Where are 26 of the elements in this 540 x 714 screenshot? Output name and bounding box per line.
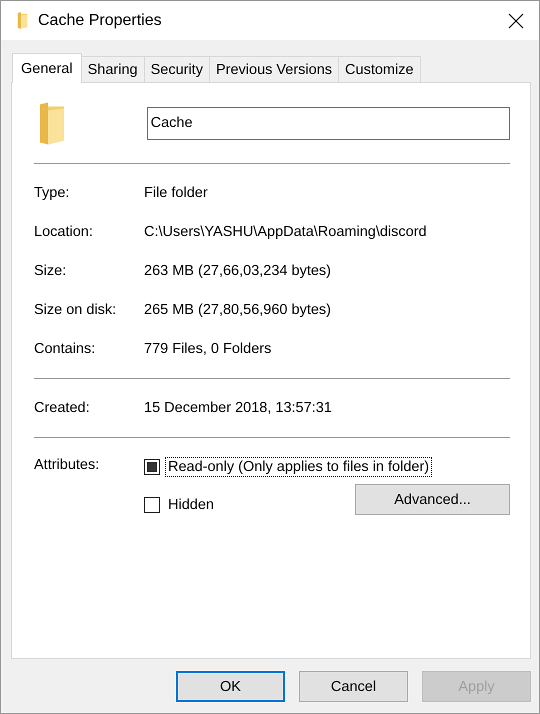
dialog-button[interactable]: Cancel [299, 671, 408, 702]
window-title: Cache Properties [38, 12, 163, 30]
checkbox-label[interactable]: Read-only (Only applies to files in folder) [165, 457, 432, 477]
property-value: 265 MB (27,80,56,960 bytes) [144, 302, 332, 318]
property-label: Size: [34, 263, 68, 279]
advanced-button[interactable]: Advanced... [355, 484, 510, 515]
property-label: Size on disk: [34, 302, 118, 318]
name-field[interactable]: Cache [146, 106, 510, 140]
folder-icon [38, 102, 66, 144]
property-label: Location: [34, 224, 94, 240]
folder-icon [17, 12, 28, 29]
dialog-button[interactable]: OK [176, 671, 285, 702]
property-value: File folder [144, 185, 208, 201]
property-label: Type: [34, 185, 70, 201]
checkbox[interactable] [144, 459, 160, 475]
tab[interactable]: General [12, 53, 82, 83]
tab[interactable]: Customize [338, 56, 421, 82]
property-value: C:\Users\YASHU\AppData\Roaming\discord [144, 224, 427, 240]
property-label: Created: [34, 400, 91, 416]
property-value: 263 MB (27,66,03,234 bytes) [144, 263, 332, 279]
checkbox-label[interactable]: Hidden [165, 494, 217, 514]
property-value: 15 December 2018, 13:57:31 [144, 400, 332, 416]
checkbox[interactable] [144, 496, 160, 512]
property-value: 779 Files, 0 Folders [144, 341, 272, 357]
property-label: Contains: [34, 341, 96, 357]
attributes-label: Attributes: [34, 457, 100, 475]
